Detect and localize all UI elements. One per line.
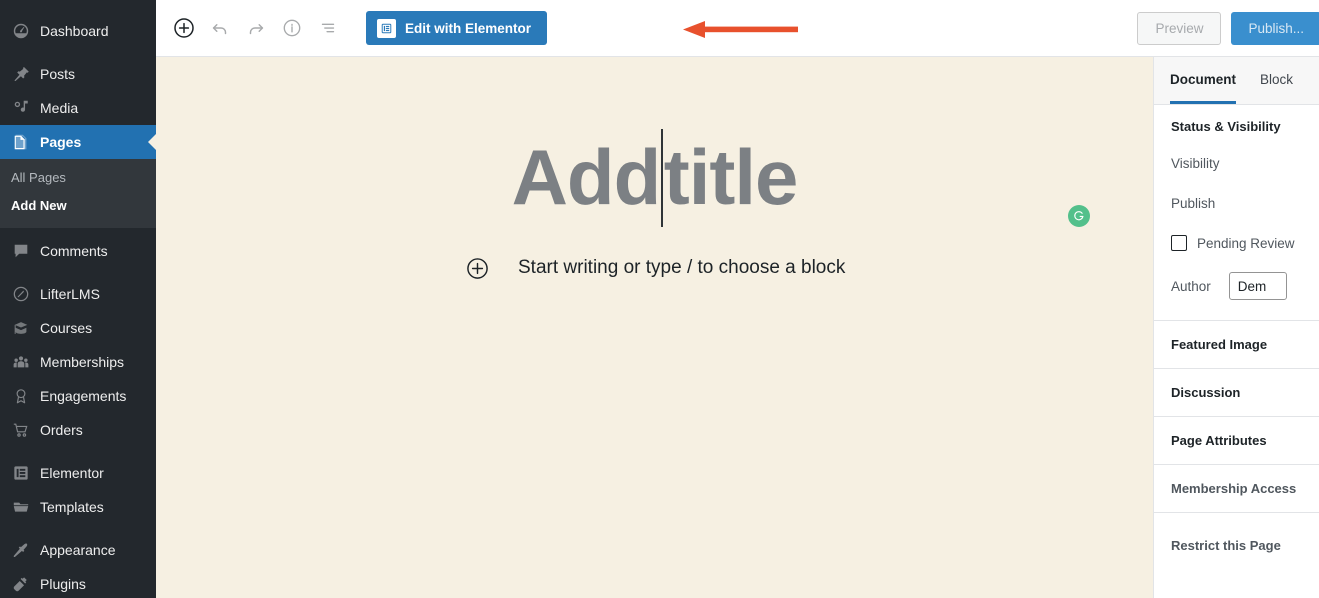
list-view-icon[interactable] — [310, 10, 346, 46]
sidebar-item-label: Memberships — [40, 354, 125, 370]
pending-review-label: Pending Review — [1197, 235, 1295, 251]
status-and-visibility-panel: Status & Visibility Visibility Publish P… — [1154, 105, 1319, 320]
sidebar-item-posts[interactable]: Posts — [0, 57, 156, 91]
author-row: Author Dem — [1171, 272, 1302, 300]
templates-icon — [11, 497, 31, 517]
publish-button[interactable]: Publish... — [1231, 11, 1319, 45]
sidebar-separator — [0, 447, 156, 456]
status-visibility-title: Status & Visibility — [1171, 119, 1281, 134]
header-actions: Preview Publish... — [1137, 11, 1319, 45]
pending-review-checkbox[interactable] — [1171, 235, 1187, 251]
comments-icon — [11, 241, 31, 261]
courses-icon — [11, 318, 31, 338]
sidebar-item-media[interactable]: Media — [0, 91, 156, 125]
lifterlms-icon — [11, 284, 31, 304]
sidebar-item-memberships[interactable]: Memberships — [0, 345, 156, 379]
sidebar-item-comments[interactable]: Comments — [0, 234, 156, 268]
section-membership-access[interactable]: Membership Access — [1154, 464, 1319, 512]
info-icon[interactable] — [274, 10, 310, 46]
elementor-icon — [11, 463, 31, 483]
grammarly-icon[interactable] — [1068, 205, 1090, 227]
sidebar-item-label: Dashboard — [40, 23, 109, 39]
sidebar-item-label: Appearance — [40, 542, 116, 558]
memberships-icon — [11, 352, 31, 372]
visibility-row[interactable]: Visibility — [1171, 152, 1302, 174]
sidebar-item-label: Plugins — [40, 576, 86, 592]
sidebar-separator — [0, 524, 156, 533]
sidebar-item-label: Pages — [40, 134, 82, 150]
sidebar-item-templates[interactable]: Templates — [0, 490, 156, 524]
editor-body: Add title Start writing or type / to cho… — [156, 57, 1319, 598]
sidebar-item-label: Media — [40, 100, 79, 116]
sidebar-item-label: Orders — [40, 422, 83, 438]
publish-row[interactable]: Publish — [1171, 192, 1302, 214]
sidebar-separator — [0, 48, 156, 57]
pages-icon — [11, 132, 31, 152]
sidebar-item-label: Engagements — [40, 388, 127, 404]
sidebar-item-label: Comments — [40, 243, 108, 259]
section-discussion[interactable]: Discussion — [1154, 368, 1319, 416]
dashboard-icon — [11, 21, 31, 41]
block-editor: Edit with Elementor Preview Publish... A… — [156, 0, 1319, 598]
sidebar-item-label: LifterLMS — [40, 286, 100, 302]
publish-schedule-label: Publish — [1171, 195, 1216, 211]
redo-icon[interactable] — [238, 10, 274, 46]
section-featured-image[interactable]: Featured Image — [1154, 320, 1319, 368]
admin-sidebar: Dashboard Posts Media Pages All Pages Ad… — [0, 0, 156, 598]
plus-circle-icon[interactable] — [166, 10, 202, 46]
undo-icon[interactable] — [202, 10, 238, 46]
preview-button[interactable]: Preview — [1137, 11, 1222, 45]
post-title-text-before-caret: Add — [511, 133, 662, 222]
sidebar-separator — [0, 268, 156, 277]
post-title-text-after-caret: title — [663, 133, 799, 222]
sidebar-item-dashboard[interactable]: Dashboard — [0, 14, 156, 48]
editor-canvas: Add title Start writing or type / to cho… — [156, 57, 1153, 598]
pending-review-row[interactable]: Pending Review — [1171, 232, 1302, 254]
submenu-item-all-pages[interactable]: All Pages — [0, 164, 156, 192]
sidebar-item-orders[interactable]: Orders — [0, 413, 156, 447]
edit-with-elementor-label: Edit with Elementor — [405, 20, 532, 36]
sidebar-item-label: Templates — [40, 499, 104, 515]
media-icon — [11, 98, 31, 118]
sidebar-item-elementor[interactable]: Elementor — [0, 456, 156, 490]
plugins-icon — [11, 574, 31, 594]
document-inspector-panel: Document Block Status & Visibility Visib… — [1153, 57, 1319, 598]
sidebar-item-plugins[interactable]: Plugins — [0, 567, 156, 598]
post-title-row: Add title — [156, 129, 1153, 227]
post-title-input[interactable]: Add title — [512, 129, 798, 227]
text-caret — [661, 129, 663, 227]
tab-block[interactable]: Block — [1260, 57, 1293, 104]
visibility-label: Visibility — [1171, 155, 1220, 171]
plus-circle-icon[interactable] — [464, 255, 490, 281]
edit-with-elementor-button[interactable]: Edit with Elementor — [366, 11, 548, 45]
section-page-attributes[interactable]: Page Attributes — [1154, 416, 1319, 464]
annotation-arrow-icon — [683, 21, 798, 38]
sidebar-item-pages[interactable]: Pages — [0, 125, 156, 159]
engagements-icon — [11, 386, 31, 406]
block-placeholder-text[interactable]: Start writing or type / to choose a bloc… — [518, 257, 845, 279]
sidebar-item-engagements[interactable]: Engagements — [0, 379, 156, 413]
sidebar-item-courses[interactable]: Courses — [0, 311, 156, 345]
sidebar-item-label: Posts — [40, 66, 76, 82]
sidebar-item-label: Elementor — [40, 465, 104, 481]
appearance-icon — [11, 540, 31, 560]
section-restrict-this-page[interactable]: Restrict this Page — [1154, 512, 1319, 581]
wordpress-block-editor-screen: Dashboard Posts Media Pages All Pages Ad… — [0, 0, 1319, 598]
editor-header-toolbar: Edit with Elementor Preview Publish... — [156, 0, 1319, 57]
submenu-item-add-new[interactable]: Add New — [0, 192, 156, 220]
sidebar-item-appearance[interactable]: Appearance — [0, 533, 156, 567]
orders-icon — [11, 420, 31, 440]
tab-document[interactable]: Document — [1170, 57, 1237, 104]
author-label: Author — [1171, 278, 1211, 294]
sidebar-item-lifterlms[interactable]: LifterLMS — [0, 277, 156, 311]
elementor-document-icon — [377, 18, 396, 38]
sidebar-item-label: Courses — [40, 320, 93, 336]
pages-submenu: All Pages Add New — [0, 159, 156, 228]
default-block-row: Start writing or type / to choose a bloc… — [156, 255, 1153, 281]
pin-icon — [11, 64, 31, 84]
inspector-tabs: Document Block — [1154, 57, 1319, 105]
author-select[interactable]: Dem — [1228, 272, 1287, 300]
